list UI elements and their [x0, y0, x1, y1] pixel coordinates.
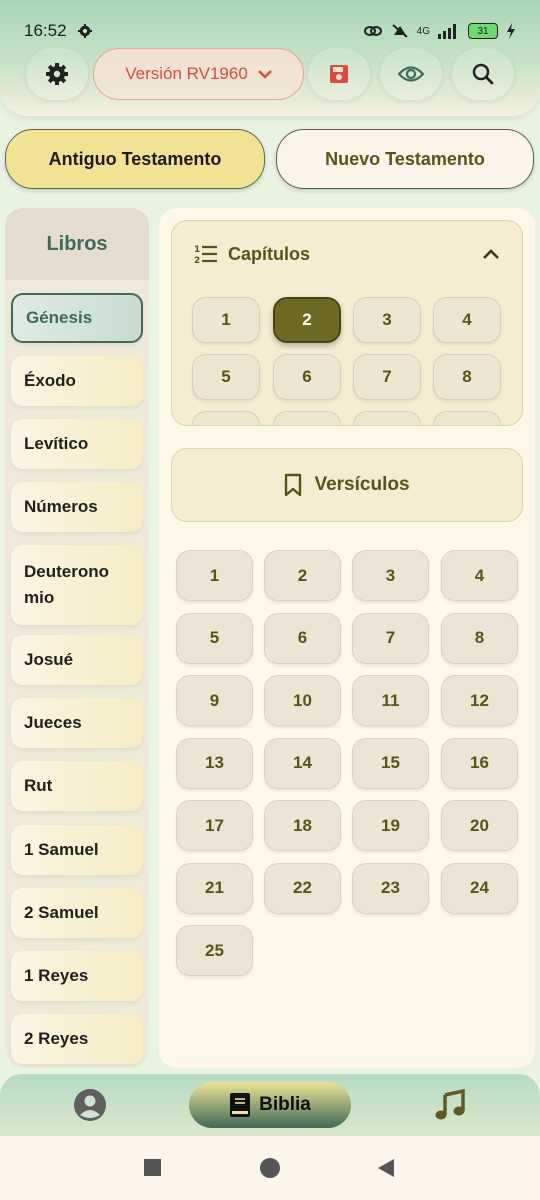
settings-status-icon	[77, 24, 92, 38]
verse-button[interactable]: 11	[352, 675, 429, 726]
status-bar: 16:52 4G 31	[0, 14, 540, 48]
verse-button[interactable]: 15	[352, 737, 429, 789]
verse-button[interactable]: 20	[441, 800, 518, 851]
book-item[interactable]: Números	[11, 482, 143, 532]
verse-button[interactable]: 25	[176, 925, 253, 976]
verse-button[interactable]: 6	[264, 612, 341, 664]
chapter-button[interactable]: 4	[433, 297, 501, 343]
save-icon	[330, 65, 348, 83]
book-item[interactable]: Jueces	[11, 698, 143, 748]
verse-button[interactable]: 19	[352, 800, 429, 851]
main-panel: 1 2 Capítulos 1 2 3 4 5 6 7 8 Versículos	[159, 208, 535, 1068]
verse-button[interactable]: 22	[264, 862, 341, 914]
link-icon	[363, 26, 382, 36]
chapter-button[interactable]: 8	[433, 354, 501, 400]
verses-header[interactable]: Versículos	[171, 448, 523, 522]
chapter-button-partial[interactable]	[273, 411, 341, 425]
chapters-title: Capítulos	[228, 243, 311, 264]
gear-icon	[46, 63, 68, 85]
chapters-header[interactable]: 1 2 Capítulos	[172, 221, 522, 287]
verse-button[interactable]: 8	[441, 612, 518, 664]
chapter-button-partial[interactable]	[192, 411, 260, 425]
battery-icon: 31	[468, 23, 498, 39]
books-panel: Libros Génesis Éxodo Levítico Números De…	[5, 208, 149, 1068]
settings-button[interactable]	[26, 48, 88, 100]
home-icon[interactable]	[260, 1158, 280, 1178]
verse-button[interactable]: 21	[176, 862, 253, 914]
back-icon[interactable]	[376, 1158, 396, 1178]
verse-button[interactable]: 7	[352, 612, 429, 664]
book-item[interactable]: Rut	[11, 761, 143, 811]
chapter-button-partial[interactable]	[353, 411, 421, 425]
bookmark-icon	[285, 473, 302, 497]
verse-button[interactable]: 10	[264, 675, 341, 726]
verse-button[interactable]: 3	[352, 550, 429, 601]
charging-icon	[507, 23, 515, 39]
bottom-nav: Biblia	[0, 1074, 540, 1136]
chapters-card: 1 2 Capítulos 1 2 3 4 5 6 7 8	[171, 220, 523, 426]
chapter-button[interactable]: 6	[273, 354, 341, 400]
verse-button[interactable]: 14	[264, 737, 341, 789]
verse-button[interactable]: 13	[176, 737, 253, 789]
book-item[interactable]: Éxodo	[11, 356, 143, 406]
eye-icon	[398, 66, 424, 82]
chapter-button-partial[interactable]	[433, 411, 501, 425]
book-item[interactable]: Génesis	[11, 293, 143, 343]
verse-button[interactable]: 12	[441, 675, 518, 726]
verse-button[interactable]: 2	[264, 550, 341, 601]
book-item[interactable]: 1 Samuel	[11, 825, 143, 875]
numbered-list-icon: 1 2	[194, 245, 217, 265]
status-time: 16:52	[24, 21, 67, 40]
verse-button[interactable]: 4	[441, 550, 518, 601]
verse-button[interactable]: 5	[176, 612, 253, 664]
signal-icon	[438, 24, 456, 39]
book-item[interactable]: Levítico	[11, 419, 143, 469]
nav-bible-label: Biblia	[259, 1094, 311, 1115]
system-nav	[0, 1136, 540, 1200]
nav-profile[interactable]	[60, 1082, 120, 1128]
verse-button[interactable]: 1	[176, 550, 253, 601]
view-button[interactable]	[380, 48, 442, 100]
verse-button[interactable]: 9	[176, 675, 253, 726]
nav-music[interactable]	[420, 1082, 480, 1128]
verse-button[interactable]: 23	[352, 862, 429, 914]
svg-text:2: 2	[194, 256, 200, 265]
book-item[interactable]: 1 Reyes	[11, 951, 143, 1001]
chapter-button[interactable]: 5	[192, 354, 260, 400]
music-icon	[435, 1088, 465, 1120]
recents-icon[interactable]	[144, 1159, 161, 1176]
new-testament-tab[interactable]: Nuevo Testamento	[276, 129, 534, 189]
save-button[interactable]	[308, 48, 370, 100]
version-selector[interactable]: Versión RV1960	[93, 48, 304, 100]
book-item[interactable]: 2 Reyes	[11, 1014, 143, 1064]
chapter-button[interactable]: 7	[353, 354, 421, 400]
verses-title: Versículos	[314, 474, 410, 495]
verse-button[interactable]: 17	[176, 800, 253, 851]
chevron-down-icon	[257, 70, 272, 79]
chapter-button[interactable]: 2	[273, 297, 341, 343]
svg-text:1: 1	[194, 245, 200, 255]
profile-icon	[74, 1089, 106, 1121]
status-right: 4G 31	[363, 23, 516, 39]
search-icon	[472, 63, 494, 85]
book-item[interactable]: Josué	[11, 635, 143, 685]
verse-button[interactable]: 16	[441, 737, 518, 789]
books-title: Libros	[5, 208, 149, 280]
search-button[interactable]	[452, 48, 514, 100]
verse-button[interactable]: 18	[264, 800, 341, 851]
chevron-up-icon[interactable]	[482, 248, 500, 260]
verse-button[interactable]: 24	[441, 862, 518, 914]
chapter-button[interactable]: 1	[192, 297, 260, 343]
mute-icon	[392, 24, 408, 38]
book-item[interactable]: Deuterono mio	[11, 545, 143, 625]
version-label: Versión RV1960	[125, 64, 248, 83]
bible-icon	[230, 1093, 251, 1117]
old-testament-tab[interactable]: Antiguo Testamento	[5, 129, 265, 189]
network-label: 4G	[416, 25, 430, 37]
book-item[interactable]: 2 Samuel	[11, 888, 143, 938]
nav-bible[interactable]: Biblia	[189, 1082, 351, 1128]
chapter-button[interactable]: 3	[353, 297, 421, 343]
toolbar: Versión RV1960	[0, 46, 540, 102]
